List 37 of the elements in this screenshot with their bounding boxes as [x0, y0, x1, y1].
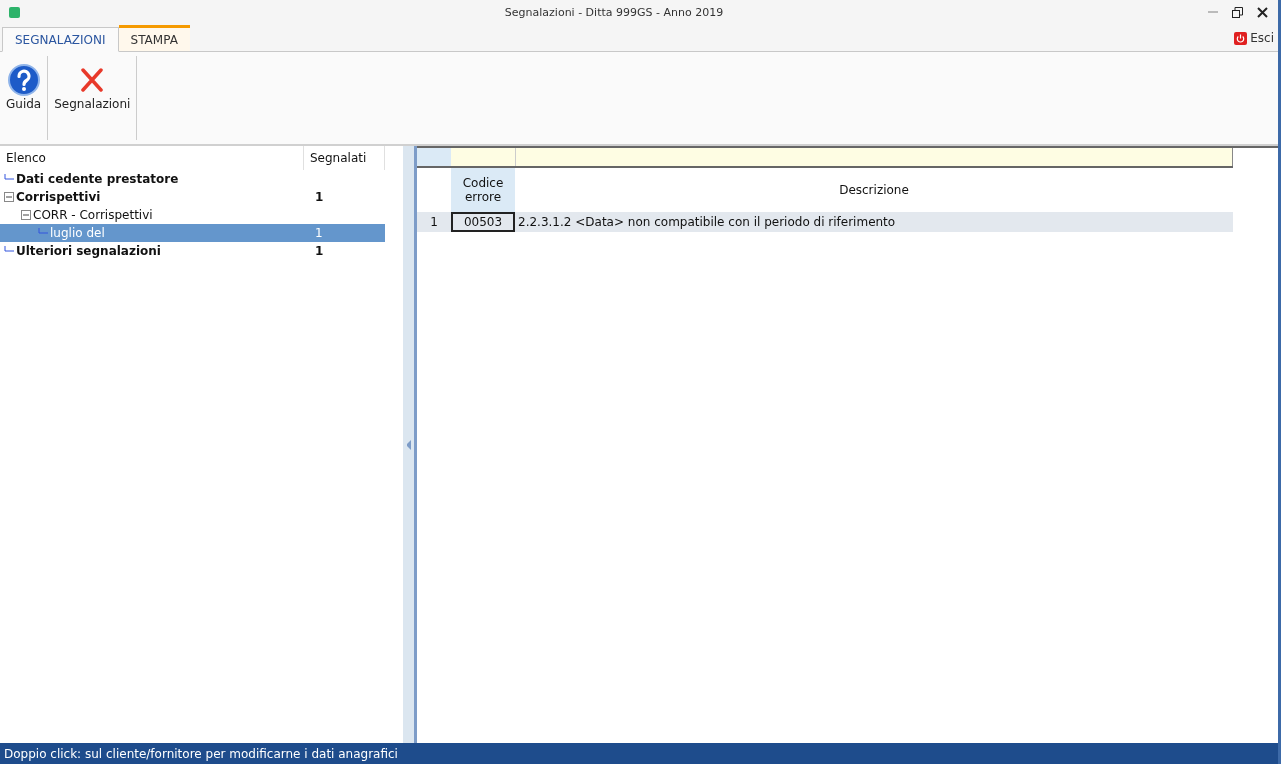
- power-icon: [1234, 31, 1248, 45]
- table-cell[interactable]: 00503: [451, 212, 515, 232]
- column-header: Elenco: [5, 151, 47, 165]
- grid-row[interactable]: 1 00503 2.2.3.1.2 <Data> non compatibile con il periodo di riferimento: [417, 212, 1233, 232]
- help-icon: [7, 64, 40, 96]
- help-button[interactable]: Guida: [0, 56, 49, 140]
- count-label: 1: [315, 190, 325, 204]
- cross-icon: [80, 68, 105, 92]
- tree-label: luglio del: [49, 226, 105, 240]
- row-number: 1: [429, 215, 439, 229]
- close-icon[interactable]: [1257, 6, 1268, 18]
- window-title: Segnalazioni - Ditta 999GS - Anno 2019: [503, 5, 725, 19]
- tree-item[interactable]: Corrispettivi 1: [0, 188, 385, 206]
- table-cell-text: 2.2.3.1.2 <Data> non compatibile con il periodo di riferimento: [517, 215, 896, 229]
- tree-label: Dati cedente prestatore: [15, 172, 179, 186]
- count-label: 1: [315, 226, 324, 240]
- ribbon-tab[interactable]: STAMPA: [118, 25, 190, 51]
- exit-button[interactable]: Esci: [1234, 31, 1274, 45]
- app-icon: [9, 6, 20, 18]
- collapse-icon[interactable]: [21, 210, 31, 220]
- tree-item[interactable]: Dati cedente prestatore: [0, 170, 385, 188]
- collapse-arrow-icon[interactable]: [405, 438, 412, 451]
- count-label: 1: [315, 244, 325, 258]
- tree-label: CORR - Corrispettivi: [32, 208, 153, 222]
- ribbon-tab[interactable]: SEGNALAZIONI: [2, 27, 119, 52]
- column-header: Segnalati: [303, 146, 385, 170]
- tree-label: Corrispettivi: [15, 190, 101, 204]
- collapse-icon[interactable]: [4, 192, 14, 202]
- tree-label: Ulteriori segnalazioni: [15, 244, 161, 258]
- delete-button[interactable]: Segnalazioni: [48, 56, 138, 140]
- restore-icon[interactable]: [1232, 6, 1243, 18]
- column-header: Codice errore: [451, 168, 515, 212]
- status-bar: Doppio click: sul cliente/fornitore per modificarne i dati anagrafici: [0, 743, 1278, 764]
- filter-row[interactable]: [417, 148, 1233, 168]
- column-header: Descrizione: [839, 183, 909, 197]
- tree-item[interactable]: Ulteriori segnalazioni 1: [0, 242, 385, 260]
- tree-item[interactable]: CORR - Corrispettivi: [0, 206, 385, 224]
